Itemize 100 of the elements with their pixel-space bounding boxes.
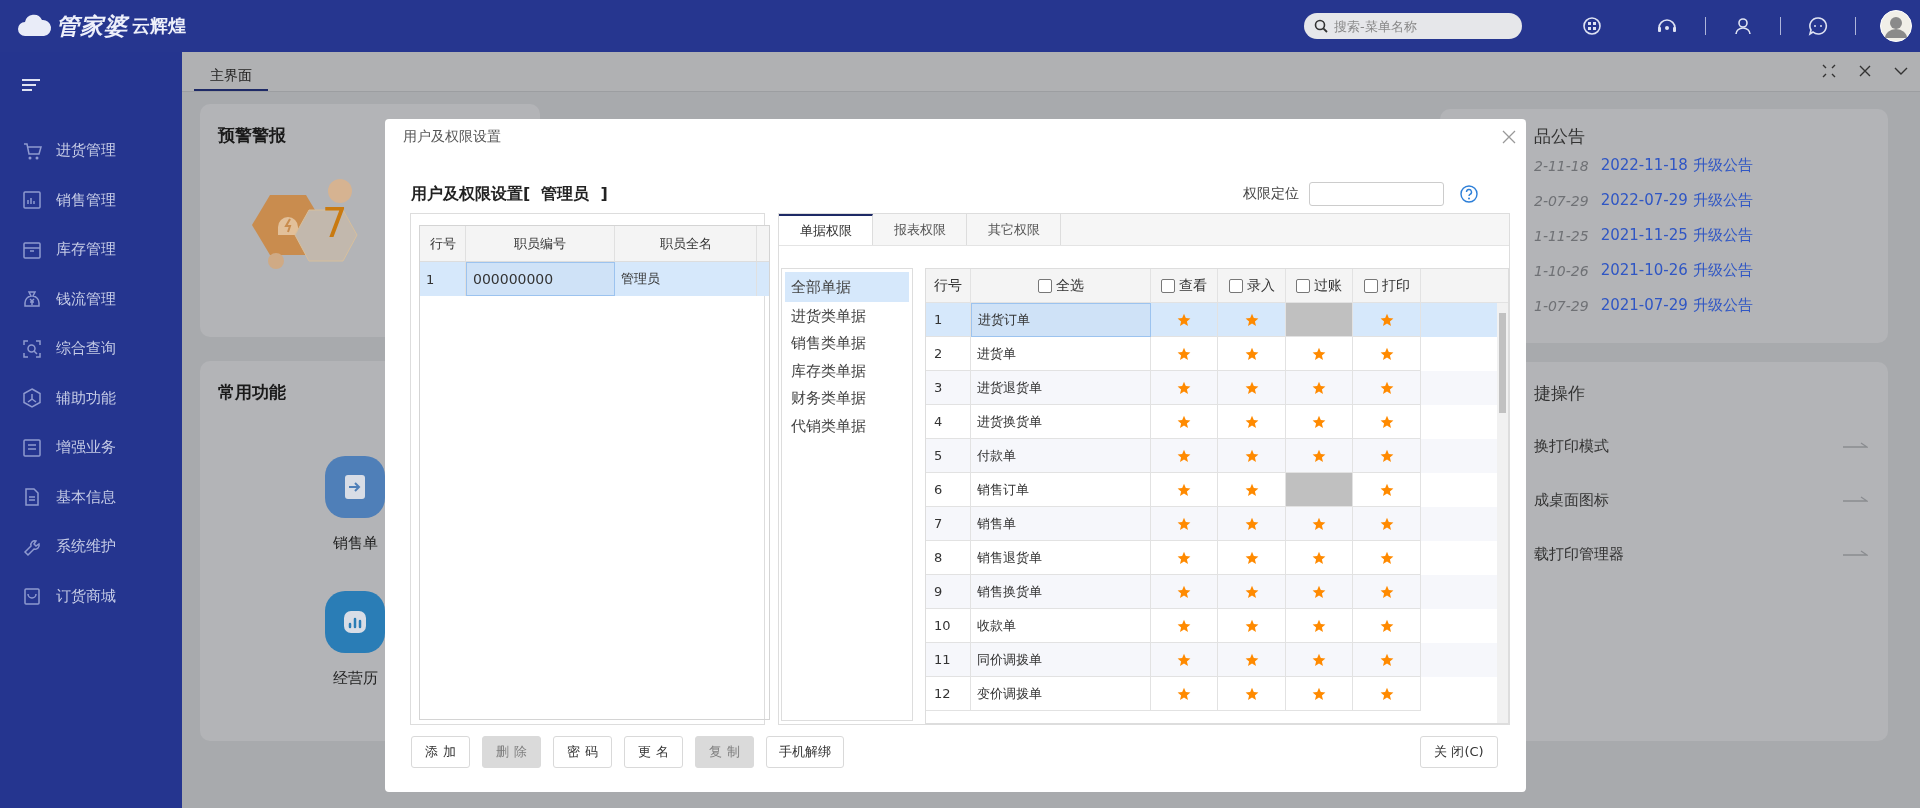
help-icon[interactable] [1460,185,1478,203]
sidebar-item[interactable]: 辅助功能 [0,373,182,423]
permission-cell[interactable] [1218,371,1286,405]
sidebar-item[interactable]: 钱流管理 [0,274,182,324]
search-field[interactable]: 搜索-菜单名称 [1304,13,1522,39]
page-tab[interactable]: 主界面 [194,67,268,91]
permission-cell[interactable] [1151,575,1218,609]
avatar-icon[interactable] [1880,10,1912,42]
close-icon[interactable] [1502,130,1516,144]
star-icon [1244,346,1259,361]
sidebar-item[interactable]: 订货商城 [0,571,182,621]
star-icon [1379,312,1394,327]
tab[interactable]: 其它权限 [967,214,1061,245]
sidebar-item[interactable]: 系统维护 [0,522,182,572]
collapse-icon[interactable] [1822,64,1836,78]
category-item[interactable]: 全部单据 [785,272,909,302]
sidebar-item[interactable]: 销售管理 [0,175,182,225]
category-item[interactable]: 库存类单据 [785,357,909,385]
category-item[interactable]: 财务类单据 [785,385,909,412]
close-button[interactable]: 关 闭(C) [1420,736,1498,768]
list-icon [22,437,42,458]
table-row[interactable]: 1 000000000 管理员 [420,262,769,296]
tab[interactable]: 单据权限 [779,214,873,245]
column-header: 职员编号 [466,226,615,261]
user-icon[interactable] [1733,16,1753,36]
permission-cell[interactable] [1151,303,1218,337]
permission-cell[interactable] [1286,507,1353,541]
permission-cell[interactable] [1151,371,1218,405]
button[interactable]: 添 加 [411,736,470,768]
checkbox[interactable] [1296,278,1310,293]
column-header: 过账 [1314,276,1342,295]
checkbox[interactable] [1037,278,1052,293]
notice-date: 1-07-29 [1534,297,1589,314]
sidebar-item[interactable]: 基本信息 [0,472,182,522]
checkbox[interactable] [1161,278,1175,293]
category-item[interactable]: 进货类单据 [785,302,909,330]
table-row[interactable]: 1 进货订单 [926,303,1497,337]
star-icon [1312,618,1326,633]
close-icon[interactable] [1858,64,1872,78]
shortcut-label[interactable]: 销售单 [332,534,378,553]
quick-op-link[interactable]: 换打印模式 [1534,436,1609,456]
permission-cell[interactable] [1218,507,1286,541]
checkbox[interactable] [1363,278,1378,293]
button[interactable]: 密 码 [553,736,612,768]
table-row[interactable]: 9 销售换货单 [926,575,1497,609]
row-number: 1 [934,312,943,327]
table-row[interactable]: 5 付款单 [926,439,1497,473]
checkbox[interactable] [1228,278,1243,293]
chat-icon[interactable] [1808,16,1828,36]
star-icon [1312,584,1326,599]
quick-op-link[interactable]: 载打印管理器 [1534,544,1624,564]
permission-cell[interactable] [1353,643,1421,677]
permission-cell[interactable] [1353,507,1421,541]
permission-cell[interactable] [1218,575,1286,609]
table-cell: 同价调拨单 [977,650,1042,669]
permission-cell[interactable] [1218,439,1286,473]
tab[interactable]: 报表权限 [873,214,967,245]
sidebar-item[interactable]: 增强业务 [0,423,182,473]
sidebar-item[interactable]: 综合查询 [0,324,182,374]
button[interactable]: 手机解绑 [766,736,844,768]
permission-cell[interactable] [1353,575,1421,609]
shortcut-label[interactable]: 经营历 [332,669,378,688]
permission-cell[interactable] [1353,677,1421,711]
permission-cell[interactable] [1218,677,1286,711]
table-row[interactable]: 3 进货退货单 [926,371,1497,405]
column-header: 打印 [1381,276,1410,295]
table-row[interactable]: 7 销售单 [926,507,1497,541]
category-item[interactable]: 代销类单据 [785,412,909,440]
permission-cell[interactable] [1286,575,1353,609]
bar-chart-icon[interactable] [325,591,385,653]
permission-cell[interactable] [1353,439,1421,473]
scrollbar[interactable] [1497,303,1508,723]
category-item[interactable]: 销售类单据 [785,330,909,357]
row-number: 4 [934,414,943,429]
permission-cell[interactable] [1286,643,1353,677]
permission-cell[interactable] [1286,677,1353,711]
chart-icon [22,190,42,211]
sidebar-item[interactable]: 库存管理 [0,225,182,275]
table-row[interactable]: 12 变价调拨单 [926,677,1497,711]
field-label: 权限定位 [1243,185,1299,203]
button[interactable]: 更 名 [624,736,683,768]
table-cell: 收款单 [977,616,1016,635]
permission-cell[interactable] [1151,677,1218,711]
permission-cell[interactable] [1286,371,1353,405]
permission-cell[interactable] [1151,439,1218,473]
menu-icon[interactable] [22,78,42,92]
star-icon [1177,652,1191,667]
table-row[interactable]: 11 同价调拨单 [926,643,1497,677]
permission-cell[interactable] [1218,643,1286,677]
permission-cell[interactable] [1151,507,1218,541]
sidebar-item[interactable]: 进货管理 [0,126,182,176]
notice-date: 1-11-25 [1534,227,1589,244]
locate-field[interactable] [1309,182,1444,206]
row-number: 3 [934,380,943,395]
permission-cell[interactable] [1151,643,1218,677]
row-number: 8 [934,550,943,565]
permission-cell[interactable] [1353,303,1421,337]
permission-cell[interactable] [1353,371,1421,405]
quick-op-link[interactable]: 成桌面图标 [1534,490,1609,510]
apps-icon[interactable] [1582,16,1602,36]
